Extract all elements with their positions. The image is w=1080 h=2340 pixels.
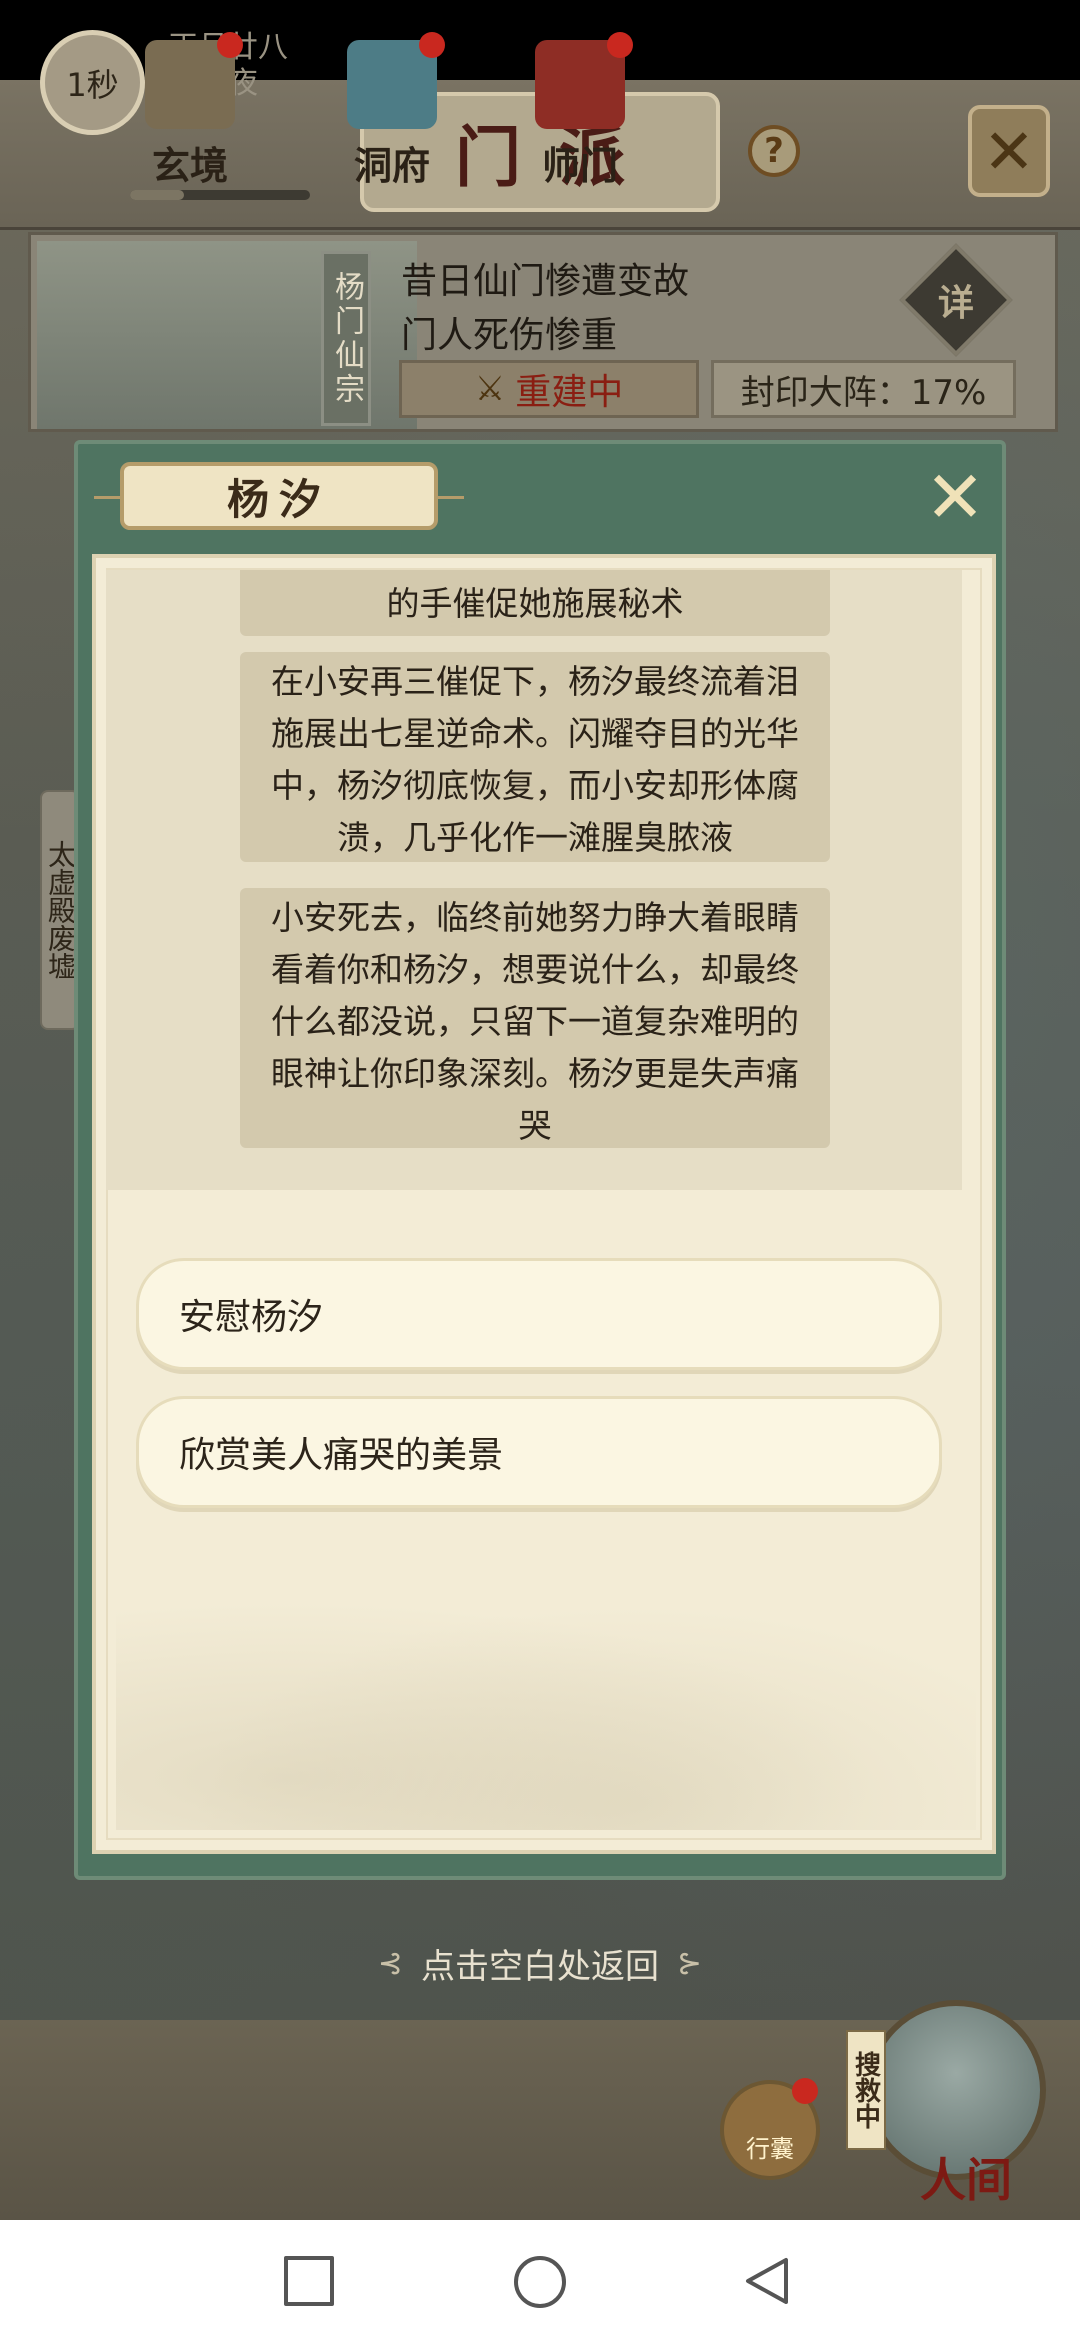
sect-banner: 杨门仙宗 昔日仙门惨遭变故 门人死伤惨重 详 ⚔ 重建中 封印大阵：17%: [28, 232, 1058, 432]
notification-dot: [217, 32, 243, 58]
swirl-left-icon: ⊰: [377, 1945, 403, 1981]
event-dialog: 杨汐 ✕ 的手催促她施展秘术 在小安再三催促下，杨汐最终流着泪施展出七星逆命术。…: [74, 440, 1006, 1880]
banner-icon: [535, 32, 633, 129]
nav-item-shimen[interactable]: 师门: [500, 32, 660, 190]
bag-label: 行囊: [746, 2135, 794, 2163]
dialog-title-tab: 杨汐: [94, 462, 464, 530]
recent-apps-square-icon[interactable]: [284, 2256, 334, 2306]
sect-description: 昔日仙门惨遭变故 门人死伤惨重: [401, 255, 689, 363]
story-text-card: 在小安再三催促下，杨汐最终流着泪施展出七星逆命术。闪耀夺目的光华中，杨汐彻底恢复…: [240, 652, 830, 862]
detail-label: 详: [937, 283, 974, 324]
nav-label: 洞府: [353, 143, 430, 188]
sect-desc-line-2: 门人死伤惨重: [401, 315, 618, 356]
time-progress-bar: [130, 190, 310, 200]
nav-label: 玄境: [151, 143, 228, 188]
scroll-icon: [145, 32, 243, 129]
dialog-paper: 的手催促她施展秘术 在小安再三催促下，杨汐最终流着泪施展出七星逆命术。闪耀夺目的…: [92, 554, 996, 1854]
close-icon: ✕: [983, 114, 1035, 188]
pavilion-icon: [347, 32, 445, 129]
time-progress-fill: [130, 190, 184, 200]
story-text-card: 的手催促她施展秘术: [240, 570, 830, 636]
sect-detail-button[interactable]: 详: [899, 243, 1013, 357]
seal-progress: 封印大阵：17%: [711, 360, 1016, 418]
sect-desc-line-1: 昔日仙门惨遭变故: [401, 261, 690, 302]
hint-label: 点击空白处返回: [421, 1946, 659, 1987]
sect-name: 杨门仙宗: [321, 251, 371, 426]
story-text-card: 小安死去，临终前她努力睁大着眼睛看着你和杨汐，想要说什么，却最终什么都没说，只留…: [240, 888, 830, 1148]
system-navigation-bar: [0, 2220, 1080, 2340]
world-label: 人间: [920, 2153, 1012, 2207]
dialog-close-button[interactable]: ✕: [922, 461, 988, 533]
dialog-title: 杨汐: [226, 474, 331, 524]
world-button[interactable]: 搜救中 人间: [846, 1990, 1056, 2210]
crossed-swords-icon: ⚔: [474, 369, 506, 409]
notification-dot: [792, 2078, 818, 2104]
nav-label: 师门: [541, 143, 618, 188]
nav-item-xuanjing[interactable]: 玄境: [110, 32, 270, 190]
choice-admire-button[interactable]: 欣赏美人痛哭的美景: [136, 1396, 942, 1508]
rebuild-status: ⚔ 重建中: [399, 360, 699, 418]
rebuild-status-label: 重建中: [515, 372, 624, 413]
question-icon: ?: [764, 131, 784, 171]
home-circle-icon[interactable]: [514, 2256, 566, 2308]
inventory-bag-button[interactable]: 行囊: [720, 2078, 820, 2180]
back-triangle-icon[interactable]: [742, 2256, 792, 2306]
help-button[interactable]: ?: [748, 125, 800, 177]
swirl-right-icon: ⊱: [677, 1945, 703, 1981]
page-close-button[interactable]: ✕: [968, 105, 1050, 197]
ink-landscape-decoration: [116, 1570, 976, 1830]
close-icon: ✕: [924, 455, 986, 539]
nav-item-dongfu[interactable]: 洞府: [312, 32, 472, 190]
search-rescue-tag: 搜救中: [846, 2030, 886, 2150]
tap-to-return-hint[interactable]: ⊰ 点击空白处返回 ⊱: [190, 1938, 890, 1988]
choice-comfort-button[interactable]: 安慰杨汐: [136, 1258, 942, 1370]
notification-dot: [419, 32, 445, 58]
notification-dot: [607, 32, 633, 58]
story-scroll-area[interactable]: 的手催促她施展秘术 在小安再三催促下，杨汐最终流着泪施展出七星逆命术。闪耀夺目的…: [106, 570, 962, 1190]
